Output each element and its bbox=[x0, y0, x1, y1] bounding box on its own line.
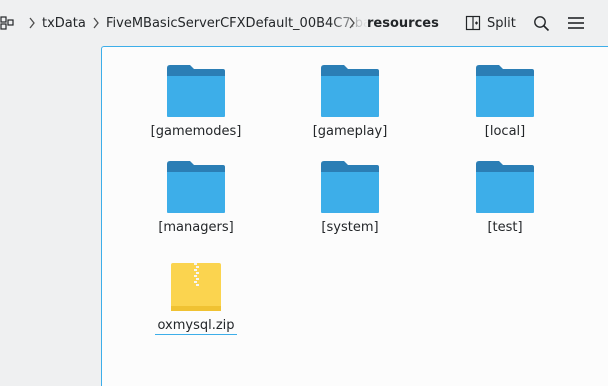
file-name: [managers] bbox=[158, 220, 234, 235]
places-panel bbox=[0, 46, 101, 386]
folder-icon bbox=[476, 65, 534, 117]
folder-icon bbox=[321, 161, 379, 213]
folder-icon bbox=[167, 65, 225, 117]
folder-icon bbox=[167, 161, 225, 213]
breadcrumb-separator-icon bbox=[348, 0, 356, 46]
zip-archive-icon bbox=[171, 263, 221, 311]
file-name: [system] bbox=[321, 220, 379, 235]
file-view[interactable]: [gamemodes] [gameplay] [local] [managers… bbox=[101, 46, 608, 386]
folder-item[interactable]: [test] bbox=[440, 160, 570, 246]
breadcrumb-separator-icon bbox=[28, 0, 36, 46]
folder-item[interactable]: [local] bbox=[440, 64, 570, 150]
folder-item[interactable]: [gameplay] bbox=[285, 64, 415, 150]
folder-item[interactable]: [system] bbox=[285, 160, 415, 246]
zip-file-item[interactable]: oxmysql.zip bbox=[131, 262, 261, 348]
folder-item[interactable]: [gamemodes] bbox=[131, 64, 261, 150]
split-button[interactable]: Split bbox=[465, 0, 516, 46]
places-toggle-icon[interactable] bbox=[0, 0, 16, 46]
breadcrumb-item-server[interactable]: FiveMBasicServerCFXDefault_00B4C7.base bbox=[106, 0, 368, 46]
folder-item[interactable]: [managers] bbox=[131, 160, 261, 246]
toolbar: txData FiveMBasicServerCFXDefault_00B4C7… bbox=[0, 0, 608, 46]
split-view-icon bbox=[465, 15, 481, 31]
file-name: [test] bbox=[487, 220, 523, 235]
search-icon[interactable] bbox=[533, 0, 550, 46]
breadcrumb-separator-icon bbox=[92, 0, 100, 46]
split-button-label: Split bbox=[487, 15, 516, 31]
folder-icon bbox=[476, 161, 534, 213]
file-name: [gameplay] bbox=[312, 124, 388, 139]
breadcrumb-item-resources[interactable]: resources bbox=[367, 0, 439, 46]
folder-icon bbox=[321, 65, 379, 117]
hamburger-menu-icon[interactable] bbox=[567, 0, 585, 46]
breadcrumb-item-txdata[interactable]: txData bbox=[42, 0, 86, 46]
breadcrumb-label: FiveMBasicServerCFXDefault_00B4C7.base bbox=[106, 15, 368, 31]
file-name: [gamemodes] bbox=[150, 124, 242, 139]
breadcrumb-label: txData bbox=[42, 15, 86, 31]
file-name: [local] bbox=[484, 124, 526, 139]
file-name: oxmysql.zip bbox=[155, 318, 237, 335]
breadcrumb-label: resources bbox=[367, 15, 439, 31]
